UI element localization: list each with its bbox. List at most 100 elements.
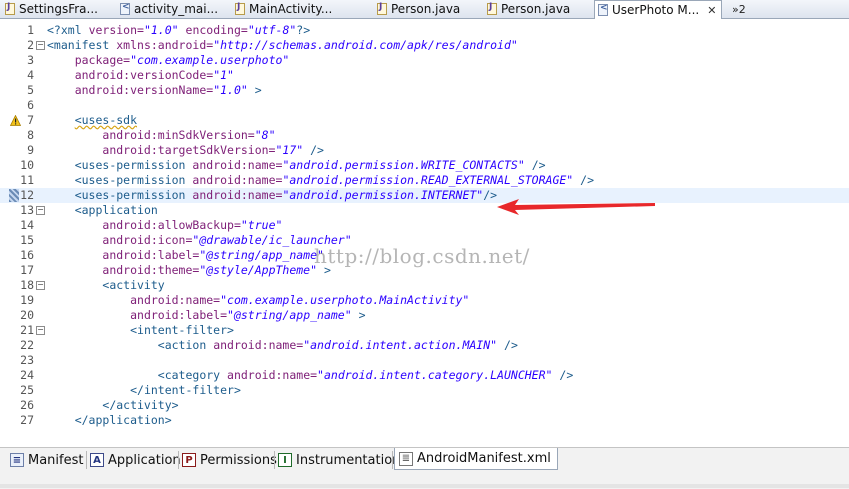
code-line[interactable]: 14 android:allowBackup="true" xyxy=(0,218,849,233)
tab-label: UserPhoto M... xyxy=(612,3,700,17)
code-text[interactable]: <action android:name="android.intent.act… xyxy=(47,338,518,353)
tab-overflow-button[interactable]: »2 xyxy=(732,0,746,18)
code-line[interactable]: 21− <intent-filter> xyxy=(0,323,849,338)
tab-label: Instrumentation xyxy=(296,452,401,468)
tab-label: Person.java xyxy=(391,2,461,16)
code-text[interactable]: android:icon="@drawable/ic_launcher" xyxy=(47,233,351,248)
code-text[interactable]: android:name="com.example.userphoto.Main… xyxy=(47,293,469,308)
code-line[interactable]: 25 </intent-filter> xyxy=(0,383,849,398)
code-text[interactable]: android:minSdkVersion="8" xyxy=(47,128,275,143)
code-line[interactable]: 23 xyxy=(0,353,849,368)
tab-activity-main[interactable]: activity_mai... xyxy=(117,0,229,18)
tab-permissions[interactable]: P Permissions xyxy=(182,450,277,470)
tab-instrumentation[interactable]: I Instrumentation xyxy=(278,450,400,470)
tab-label: Manifest xyxy=(28,452,84,468)
line-number: 17 xyxy=(20,263,34,277)
fold-toggle-icon[interactable]: − xyxy=(36,41,45,50)
code-text[interactable]: <uses-permission android:name="android.p… xyxy=(47,188,497,203)
xml-file-icon xyxy=(120,2,130,15)
code-text[interactable]: <?xml version="1.0" encoding="utf-8"?> xyxy=(47,23,310,38)
code-text[interactable]: </application> xyxy=(47,413,172,428)
code-text[interactable]: <category android:name="android.intent.c… xyxy=(47,368,573,383)
code-line[interactable]: 8 android:minSdkVersion="8" xyxy=(0,128,849,143)
code-line[interactable]: 1 <?xml version="1.0" encoding="utf-8"?> xyxy=(0,23,849,38)
tab-main-activity[interactable]: MainActivity... xyxy=(232,0,360,18)
code-line[interactable]: 18− <activity xyxy=(0,278,849,293)
code-text[interactable]: android:allowBackup="true" xyxy=(47,218,282,233)
code-text[interactable]: package="com.example.userphoto" xyxy=(47,53,290,68)
code-line[interactable]: 22 <action android:name="android.intent.… xyxy=(0,338,849,353)
line-number: 14 xyxy=(20,218,34,232)
code-text[interactable]: <intent-filter> xyxy=(47,323,234,338)
code-text[interactable]: </activity> xyxy=(47,398,178,413)
code-line[interactable]: 11 <uses-permission android:name="androi… xyxy=(0,173,849,188)
code-text[interactable]: <uses-permission android:name="android.p… xyxy=(47,173,594,188)
divider xyxy=(392,451,393,469)
code-text[interactable]: </intent-filter> xyxy=(47,383,241,398)
code-line[interactable]: 19 android:name="com.example.userphoto.M… xyxy=(0,293,849,308)
code-line[interactable]: 2− <manifest xmlns:android="http://schema… xyxy=(0,38,849,53)
manifest-file-icon xyxy=(598,3,608,16)
tab-person-java-1[interactable]: Person.java xyxy=(374,0,478,18)
code-text[interactable]: android:label="@string/app_name" > xyxy=(47,308,365,323)
fold-toggle-icon[interactable]: − xyxy=(36,206,45,215)
tab-label: AndroidManifest.xml xyxy=(417,451,551,466)
close-icon[interactable]: ✕ xyxy=(707,4,716,17)
code-line[interactable]: 10 <uses-permission android:name="androi… xyxy=(0,158,849,173)
code-text[interactable]: android:label="@string/app_name" xyxy=(47,248,324,263)
code-line[interactable]: 7 <uses-sdk xyxy=(0,113,849,128)
tab-person-java-2[interactable]: Person.java xyxy=(484,0,588,18)
red-arrow-annotation xyxy=(497,199,655,215)
tab-settings-fragment[interactable]: SettingsFra... xyxy=(2,0,114,18)
code-line[interactable]: 4 android:versionCode="1" xyxy=(0,68,849,83)
editor-tab-bar: SettingsFra... activity_mai... MainActiv… xyxy=(0,0,849,19)
code-text[interactable]: android:versionCode="1" xyxy=(47,68,234,83)
code-line[interactable]: 24 <category android:name="android.inten… xyxy=(0,368,849,383)
tab-application[interactable]: A Application xyxy=(90,450,181,470)
code-text[interactable]: <uses-sdk xyxy=(47,113,137,128)
code-text[interactable]: <application xyxy=(47,203,158,218)
code-text[interactable]: <uses-permission android:name="android.p… xyxy=(47,158,546,173)
code-text[interactable]: android:targetSdkVersion="17" /> xyxy=(47,143,324,158)
tab-label: SettingsFra... xyxy=(19,2,98,16)
code-line[interactable]: 3 package="com.example.userphoto" xyxy=(0,53,849,68)
line-number: 20 xyxy=(20,308,34,322)
code-line[interactable]: 9 android:targetSdkVersion="17" /> xyxy=(0,143,849,158)
tab-userphoto-manifest[interactable]: UserPhoto M... ✕ xyxy=(594,0,722,19)
divider xyxy=(178,451,179,469)
line-number: 13 xyxy=(20,203,34,217)
code-text[interactable]: android:versionName="1.0" > xyxy=(47,83,262,98)
line-number: 1 xyxy=(27,23,34,37)
line-number: 19 xyxy=(20,293,34,307)
watermark: http://blog.csdn.net/ xyxy=(314,244,530,268)
code-line[interactable]: 20 android:label="@string/app_name" > xyxy=(0,308,849,323)
line-number: 3 xyxy=(27,53,34,67)
code-text[interactable]: <manifest xmlns:android="http://schemas.… xyxy=(47,38,518,53)
tab-androidmanifest-xml[interactable]: ≣ AndroidManifest.xml xyxy=(394,448,558,470)
line-number: 15 xyxy=(20,233,34,247)
tab-manifest[interactable]: ≡ Manifest xyxy=(10,450,83,470)
code-line[interactable]: 6 xyxy=(0,98,849,113)
line-number: 18 xyxy=(20,278,34,292)
tab-label: Permissions xyxy=(200,452,277,468)
instrumentation-icon: I xyxy=(278,453,292,467)
horizontal-scrollbar[interactable] xyxy=(0,484,849,488)
line-number: 25 xyxy=(20,383,34,397)
line-number: 21 xyxy=(20,323,34,337)
line-number: 4 xyxy=(27,68,34,82)
code-line[interactable]: 13− <application xyxy=(0,203,849,218)
xml-editor[interactable]: 1 <?xml version="1.0" encoding="utf-8"?> 2… xyxy=(0,19,849,447)
tab-label: activity_mai... xyxy=(134,2,219,16)
warning-icon[interactable] xyxy=(10,115,21,126)
code-line[interactable]: 27 </application> xyxy=(0,413,849,428)
code-line[interactable]: 12 <uses-permission android:name="androi… xyxy=(0,188,849,203)
code-text[interactable]: android:theme="@style/AppTheme" > xyxy=(47,263,331,278)
line-number: 27 xyxy=(20,413,34,427)
line-number: 6 xyxy=(27,98,34,112)
tab-label: MainActivity... xyxy=(249,2,333,16)
code-line[interactable]: 5 android:versionName="1.0" > xyxy=(0,83,849,98)
code-text[interactable]: <activity xyxy=(47,278,164,293)
code-line[interactable]: 26 </activity> xyxy=(0,398,849,413)
fold-toggle-icon[interactable]: − xyxy=(36,281,45,290)
fold-toggle-icon[interactable]: − xyxy=(36,326,45,335)
